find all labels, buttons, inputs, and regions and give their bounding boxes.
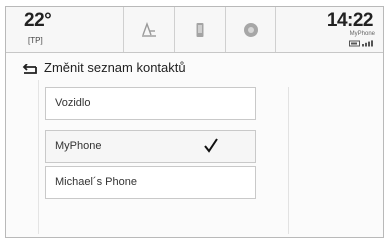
page-title: Změnit seznam kontaktů [44, 60, 186, 75]
tab-bar [123, 7, 276, 52]
left-strip [16, 80, 39, 234]
tab-phone[interactable] [174, 7, 225, 52]
temperature-unit: [TP] [28, 36, 43, 45]
temperature: 22° [24, 10, 52, 31]
list-item-label: MyPhone [55, 140, 102, 152]
screen-frame: 22° [TP] 14:22 MyPhone Změnit seznam kon… [5, 6, 384, 238]
back-arrow-icon [22, 64, 37, 74]
tab-settings[interactable] [225, 7, 276, 52]
settings-icon [243, 22, 258, 37]
title-bar: Změnit seznam kontaktů [6, 53, 383, 85]
network-name: MyPhone [349, 31, 375, 37]
list-item-vozidlo[interactable]: Vozidlo [45, 87, 256, 120]
list-item-label: Vozidlo [55, 97, 91, 109]
right-divider [288, 87, 289, 234]
list-item-myphone[interactable]: MyPhone [45, 130, 256, 163]
clock: 14:22 [326, 10, 374, 31]
status-bar: 22° [TP] 14:22 MyPhone [6, 7, 383, 53]
list-item-label: Michael´s Phone [55, 176, 137, 188]
infotainment-screen: 22° [TP] 14:22 MyPhone Změnit seznam kon… [0, 0, 391, 244]
tab-music[interactable] [123, 7, 174, 52]
battery-signal-icon [349, 40, 373, 47]
list-item-michaels-phone[interactable]: Michael´s Phone [45, 166, 256, 199]
music-icon [142, 21, 156, 37]
back-button[interactable] [16, 62, 42, 78]
checkmark-icon [204, 138, 218, 153]
phone-icon [196, 22, 204, 37]
